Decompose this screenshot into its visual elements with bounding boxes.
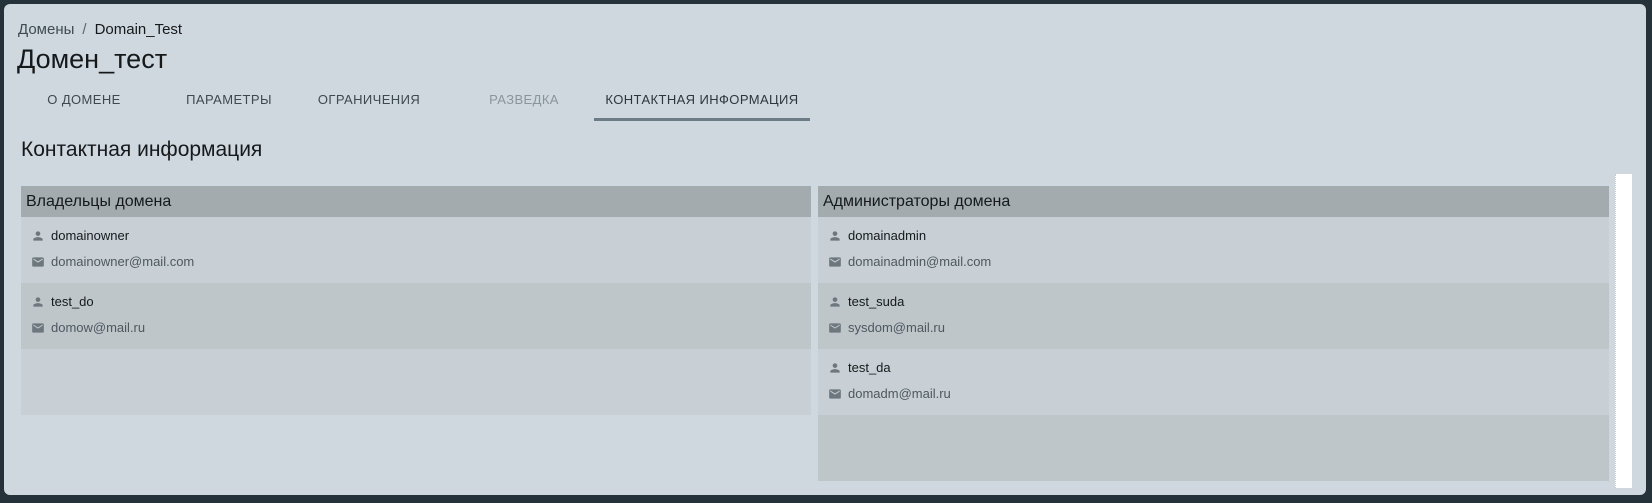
mail-icon — [829, 256, 841, 267]
scrollbar[interactable] — [1615, 174, 1632, 488]
admins-card: Администраторы домена domainadmin domain… — [818, 186, 1609, 481]
owner-name: domainowner — [51, 228, 130, 243]
admin-name: test_suda — [848, 294, 905, 309]
tab-label: ПАРАМЕТРЫ — [186, 92, 272, 107]
admin-email: domainadmin@mail.com — [848, 254, 992, 269]
admin-list-item[interactable]: domainadmin domainadmin@mail.com — [818, 217, 1609, 283]
breadcrumb-current: Domain_Test — [94, 21, 183, 38]
owner-list-item[interactable]: domainowner domainowner@mail.com — [21, 217, 811, 283]
mail-icon — [829, 388, 841, 399]
owner-email: domow@mail.ru — [51, 320, 146, 335]
admin-list-item[interactable]: test_suda sysdom@mail.ru — [818, 283, 1609, 349]
breadcrumb-root-link[interactable]: Домены — [18, 21, 74, 38]
tab-label: РАЗВЕДКА — [489, 92, 559, 107]
owner-list-item[interactable]: test_do domow@mail.ru — [21, 283, 811, 349]
breadcrumb-separator: / — [82, 21, 87, 38]
owner-name: test_do — [51, 294, 94, 309]
tab-recon[interactable]: РАЗВЕДКА — [464, 88, 584, 121]
owners-card: Владельцы домена domainowner domainowner… — [21, 186, 811, 415]
admin-email: sysdom@mail.ru — [848, 320, 945, 335]
tab-parameters[interactable]: ПАРАМЕТРЫ — [169, 88, 289, 121]
owner-email: domainowner@mail.com — [51, 254, 195, 269]
mail-icon — [829, 322, 841, 333]
admin-email: domadm@mail.ru — [848, 386, 951, 401]
person-icon — [830, 296, 840, 307]
admin-name: domainadmin — [848, 228, 927, 243]
empty-list-row — [818, 415, 1609, 481]
tab-label: О ДОМЕНЕ — [47, 92, 121, 107]
tab-bar: О ДОМЕНЕ ПАРАМЕТРЫ ОГРАНИЧЕНИЯ РАЗВЕДКА … — [4, 88, 904, 124]
empty-list-row — [21, 349, 811, 415]
breadcrumb: Домены / Domain_Test — [18, 21, 182, 38]
person-icon — [830, 230, 840, 241]
person-icon — [33, 296, 43, 307]
mail-icon — [32, 256, 44, 267]
admin-list-item[interactable]: test_da domadm@mail.ru — [818, 349, 1609, 415]
section-title: Контактная информация — [21, 138, 263, 161]
main-panel: Домены / Domain_Test Домен_тест О ДОМЕНЕ… — [4, 4, 1646, 495]
admins-card-header: Администраторы домена — [818, 186, 1609, 217]
admin-name: test_da — [848, 360, 891, 375]
owners-card-header: Владельцы домена — [21, 186, 811, 217]
person-icon — [830, 362, 840, 373]
page-title: Домен_тест — [17, 44, 168, 74]
tab-about-domain[interactable]: О ДОМЕНЕ — [34, 88, 134, 121]
mail-icon — [32, 322, 44, 333]
tab-label: КОНТАКТНАЯ ИНФОРМАЦИЯ — [605, 92, 799, 107]
tab-contact-info[interactable]: КОНТАКТНАЯ ИНФОРМАЦИЯ — [594, 88, 810, 121]
tab-label: ОГРАНИЧЕНИЯ — [317, 92, 421, 107]
person-icon — [33, 230, 43, 241]
tab-restrictions[interactable]: ОГРАНИЧЕНИЯ — [309, 88, 429, 121]
active-tab-indicator — [594, 118, 810, 121]
